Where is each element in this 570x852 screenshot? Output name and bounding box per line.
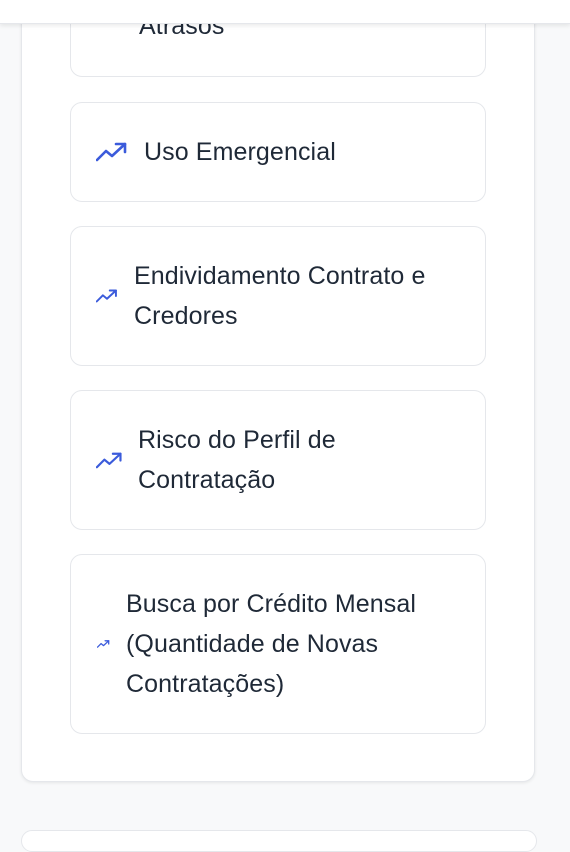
trending-up-icon [97,640,110,648]
indicator-item-risco-perfil[interactable]: Risco do Perfil de Contratação [70,390,486,530]
trending-up-icon [96,142,128,162]
trending-up-icon [96,452,123,469]
indicator-item-label: Risco do Perfil de Contratação [138,426,336,494]
indicator-item-uso-emergencial[interactable]: Uso Emergencial [70,102,486,202]
indicator-item-label: Uso Emergencial [144,138,336,166]
indicator-item-label: Busca por Crédito Mensal (Quantidade de … [126,590,417,698]
indicator-item-endividamento[interactable]: Endividamento Contrato e Credores [70,226,486,366]
trending-up-icon [96,289,118,303]
indicator-item-label: Endividamento Contrato e Credores [134,262,426,330]
top-header-bar [0,0,570,24]
indicator-item-busca-credito[interactable]: Busca por Crédito Mensal (Quantidade de … [70,554,486,734]
next-panel [21,830,537,852]
